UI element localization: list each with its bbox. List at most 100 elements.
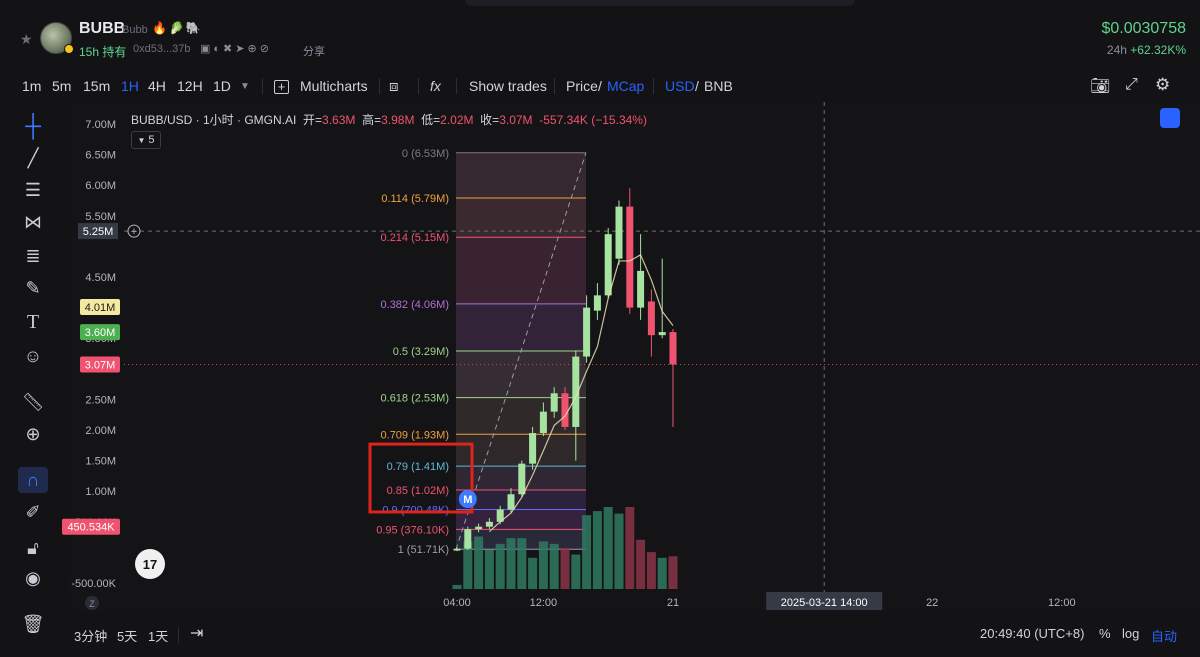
fib-zone [456, 237, 586, 304]
x-tick-label: 22 [926, 597, 938, 609]
y-tick-label: 1.00M [85, 486, 116, 498]
clock-time[interactable]: 20:49:40 (UTC+8) [980, 626, 1084, 641]
candle-body [561, 393, 569, 427]
candle-body [485, 521, 493, 527]
cycle-button [1160, 108, 1180, 128]
volume-bar [636, 539, 646, 589]
x-tick-label: 12:00 [1048, 597, 1076, 609]
candle-body [518, 463, 526, 495]
candle-body [550, 393, 558, 412]
volume-bar [538, 541, 548, 589]
price-tag-label: 4.01M [85, 302, 116, 314]
chevron-icon: ▼ [137, 135, 146, 145]
change-value: -557.34K (−15.34%) [539, 113, 647, 127]
fib-level-label: 0.618 (2.53M) [381, 393, 449, 405]
volume-bar [474, 536, 484, 589]
open-key: 开= [303, 113, 323, 127]
fib-level-label: 0.95 (376.10K) [376, 524, 449, 536]
candle-body [529, 433, 537, 464]
volume-bar [495, 543, 505, 589]
range-3min[interactable]: 3分钟 [74, 626, 107, 645]
candle-body [669, 332, 677, 365]
price-tag-label: 450.534K [67, 522, 115, 534]
y-tick-label: 5.50M [85, 211, 116, 223]
volume-bar [549, 543, 559, 589]
volume-bar [484, 549, 494, 589]
volume-bar [657, 557, 667, 589]
y-tick-label: 7.00M [85, 119, 116, 131]
fib-zone [456, 434, 586, 467]
trade-marker-label: M [463, 494, 472, 506]
price-tag-label: 3.07M [85, 360, 116, 372]
ohlc-legend: BUBB/USD · 1小时 · GMGN.AI 开=3.63M 高=3.98M… [131, 111, 647, 128]
y-tick-label: 6.50M [85, 150, 116, 162]
volume-bar [452, 584, 462, 589]
volume-bar [528, 557, 538, 589]
candle-body [647, 301, 655, 336]
fib-zone [456, 152, 586, 199]
fib-zone [456, 509, 586, 530]
candle-body [464, 529, 472, 549]
y-tick-label: 4.50M [85, 272, 116, 284]
candlestick-chart[interactable]: 0 (6.53M) 0.114 (5.79M) 0.214 (5.15M) 0.382… [0, 0, 1200, 620]
volume-bar [603, 507, 613, 589]
y-tick-label: 2.00M [85, 425, 116, 437]
volume-bar [592, 511, 602, 589]
fib-level-label: 0 (6.53M) [402, 148, 449, 160]
y-tick-label: 2.50M [85, 394, 116, 406]
candle-body [604, 234, 612, 296]
open-value: 3.63M [322, 113, 356, 127]
indicators-toggle[interactable]: ▼ 5 [131, 131, 161, 149]
fib-level-label: 1 (51.71K) [398, 544, 449, 556]
crosshair-x-label: 2025-03-21 14:00 [781, 597, 868, 609]
crosshair-y-label: 5.25M [83, 226, 114, 238]
volume-bar [582, 515, 592, 589]
volume-bar [517, 538, 527, 589]
candle-body [615, 206, 623, 259]
percent-toggle[interactable]: % [1099, 626, 1111, 641]
timezone-badge-label: Z [89, 599, 95, 609]
fib-level-label: 0.85 (1.02M) [387, 485, 449, 497]
volume-bar [646, 552, 656, 589]
candle-body [453, 548, 461, 551]
fib-level-label: 0.79 (1.41M) [387, 461, 449, 473]
high-key: 高= [362, 113, 382, 127]
x-tick-label: 21 [667, 597, 679, 609]
volume-bar [614, 513, 624, 589]
y-tick-label: 6.00M [85, 180, 116, 192]
range-5d[interactable]: 5天 [117, 626, 137, 645]
x-tick-label: 12:00 [530, 597, 558, 609]
y-tick-label: 1.50M [85, 456, 116, 468]
go-to-date-icon[interactable]: ⇥ [190, 623, 203, 643]
tradingview-logo-text: 17 [143, 557, 157, 572]
y-tick-label: -500.00K [71, 578, 116, 590]
fib-zone [456, 303, 586, 352]
fib-level-label: 0.5 (3.29M) [393, 346, 449, 358]
candle-body [626, 206, 634, 308]
close-value: 3.07M [499, 113, 533, 127]
candle-body [593, 295, 601, 311]
volume-bar [625, 507, 635, 589]
fib-level-label: 0.709 (1.93M) [381, 429, 449, 441]
candle-body [583, 307, 591, 357]
candle-body [507, 494, 515, 510]
high-value: 3.98M [381, 113, 415, 127]
fib-level-label: 0.114 (5.79M) [381, 193, 449, 205]
auto-scale-toggle[interactable]: 自动 [1151, 626, 1177, 645]
fib-zone [456, 351, 586, 398]
bottom-bar: 3分钟 5天 1天 ⇥ 20:49:40 (UTC+8) % log 自动 [0, 620, 1200, 657]
log-toggle[interactable]: log [1122, 626, 1139, 641]
add-alert-plus: + [131, 226, 137, 238]
fib-level-label: 0.382 (4.06M) [381, 299, 449, 311]
close-key: 收= [480, 113, 500, 127]
candle-body [637, 270, 645, 308]
low-key: 低= [421, 113, 441, 127]
range-1d[interactable]: 1天 [148, 626, 168, 645]
low-value: 2.02M [440, 113, 474, 127]
candle-body [475, 526, 483, 530]
candle-body [658, 332, 666, 336]
bottom-divider [178, 627, 179, 643]
candle-body [539, 411, 547, 434]
volume-bar [506, 538, 516, 589]
pair-title: BUBB/USD · 1小时 · GMGN.AI [131, 113, 297, 127]
